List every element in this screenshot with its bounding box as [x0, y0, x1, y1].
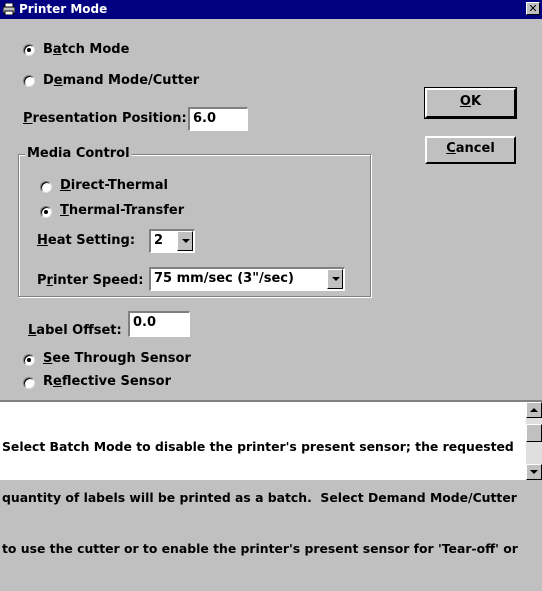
reflective-sensor-label[interactable]: Reflective Sensor — [43, 374, 171, 390]
heat-setting-value: 2 — [154, 233, 164, 248]
label-offset-label: Label Offset: — [28, 323, 122, 338]
presentation-position-label: Presentation Position: — [23, 111, 187, 126]
direct-thermal-label[interactable]: Direct-Thermal — [60, 178, 168, 194]
presentation-position-input[interactable]: 6.0 — [188, 107, 248, 131]
printer-speed-dropdown-icon[interactable] — [327, 269, 343, 289]
cancel-button[interactable]: Cancel — [425, 136, 516, 164]
thermal-transfer-label[interactable]: Thermal-Transfer — [60, 203, 184, 219]
batch-mode-label[interactable]: Batch Mode — [43, 42, 129, 58]
help-text-area[interactable]: Select Batch Mode to disable the printer… — [0, 400, 542, 556]
help-line: to use the cutter or to enable the print… — [2, 541, 518, 556]
arrow-up-icon — [530, 408, 538, 412]
help-scrollbar[interactable] — [526, 402, 542, 480]
media-control-label: Media Control — [25, 146, 132, 162]
scroll-thumb[interactable] — [526, 424, 542, 442]
help-line: quantity of labels will be printed as a … — [2, 490, 517, 505]
scroll-down-button[interactable] — [526, 464, 542, 480]
title-bar[interactable]: Printer Mode ✕ — [0, 0, 542, 19]
batch-mode-radio[interactable] — [23, 44, 35, 56]
heat-setting-label: Heat Setting: — [37, 233, 136, 248]
arrow-down-icon — [530, 470, 538, 474]
close-button[interactable]: ✕ — [526, 2, 540, 15]
printer-speed-select[interactable]: 75 mm/sec (3"/sec) — [149, 267, 345, 291]
reflective-sensor-radio[interactable] — [23, 377, 35, 389]
label-offset-input[interactable]: 0.0 — [128, 311, 190, 337]
direct-thermal-radio[interactable] — [40, 181, 52, 193]
help-text: Select Batch Mode to disable the printer… — [2, 404, 524, 591]
see-through-sensor-label[interactable]: See Through Sensor — [43, 351, 191, 367]
window-title: Printer Mode — [19, 2, 108, 16]
printer-speed-label: Printer Speed: — [37, 273, 144, 288]
demand-mode-radio[interactable] — [23, 75, 35, 87]
thermal-transfer-radio[interactable] — [40, 206, 52, 218]
close-icon: ✕ — [528, 2, 538, 15]
printer-icon — [3, 3, 15, 15]
help-line: Select Batch Mode to disable the printer… — [2, 439, 514, 454]
see-through-sensor-radio[interactable] — [23, 354, 35, 366]
ok-button[interactable]: OK — [424, 87, 517, 119]
heat-setting-dropdown-icon[interactable] — [177, 231, 193, 251]
demand-mode-label[interactable]: Demand Mode/Cutter — [43, 73, 199, 89]
printer-speed-value: 75 mm/sec (3"/sec) — [154, 271, 294, 286]
scroll-up-button[interactable] — [526, 402, 542, 418]
